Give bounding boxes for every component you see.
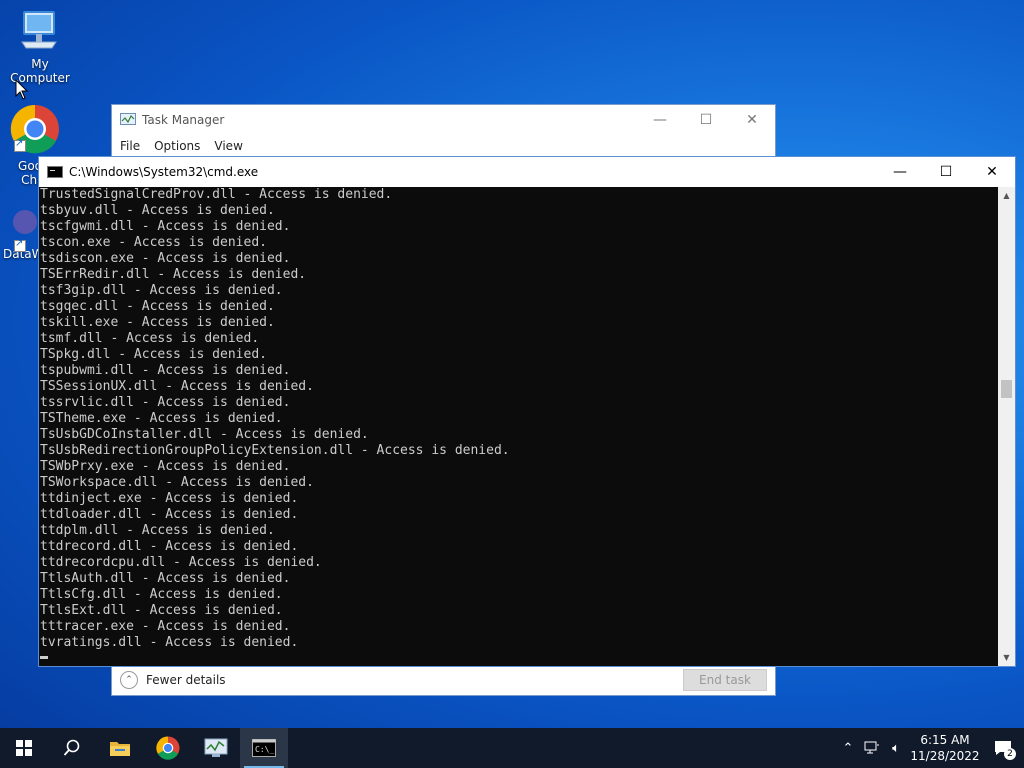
cmd-output-line: tsbyuv.dll - Access is denied. bbox=[40, 203, 275, 218]
cmd-output-line: ttdloader.dll - Access is denied. bbox=[40, 507, 299, 522]
volume-icon[interactable]: 🔈︎ bbox=[884, 741, 908, 756]
cmd-output-line: ttdrecordcpu.dll - Access is denied. bbox=[40, 555, 322, 570]
system-tray: ⌃ 🔈︎ 6:15 AM 11/28/2022 2 bbox=[836, 728, 1024, 768]
desktop-icon-label: Goo Chr bbox=[18, 159, 42, 187]
svg-text:C:\_: C:\_ bbox=[255, 745, 274, 754]
cmd-output-line: tsf3gip.dll - Access is denied. bbox=[40, 283, 283, 298]
cmd-output-line: TSWorkspace.dll - Access is denied. bbox=[40, 475, 314, 490]
start-button[interactable] bbox=[0, 728, 48, 768]
notification-count-badge: 2 bbox=[1004, 748, 1016, 760]
cmd-output-line: tttracer.exe - Access is denied. bbox=[40, 619, 291, 634]
cmd-output-line: tsdiscon.exe - Access is denied. bbox=[40, 251, 291, 266]
cmd-output-line: TSpkg.dll - Access is denied. bbox=[40, 347, 267, 362]
task-manager-titlebar[interactable]: Task Manager — ☐ ✕ bbox=[112, 105, 775, 135]
chrome-icon bbox=[156, 736, 180, 760]
chevron-up-icon[interactable]: ⌃ bbox=[836, 741, 860, 756]
cmd-output-line: TrustedSignalCredProv.dll - Access is de… bbox=[40, 187, 393, 202]
taskbar-file-explorer[interactable] bbox=[96, 728, 144, 768]
scroll-up-icon[interactable]: ▲ bbox=[998, 187, 1015, 204]
cmd-output-line: TtlsCfg.dll - Access is denied. bbox=[40, 587, 283, 602]
network-icon[interactable] bbox=[860, 741, 884, 755]
taskbar-cmd[interactable]: C:\_ bbox=[240, 728, 288, 768]
cmd-cursor bbox=[40, 656, 48, 659]
desktop-icon-label: My Computer bbox=[10, 57, 70, 85]
end-task-button[interactable]: End task bbox=[683, 669, 767, 691]
start-icon bbox=[16, 740, 32, 756]
task-manager-icon bbox=[120, 113, 136, 125]
clock[interactable]: 6:15 AM 11/28/2022 bbox=[908, 732, 982, 764]
datawrapper-icon bbox=[13, 210, 37, 234]
shortcut-arrow-icon bbox=[14, 238, 26, 252]
menu-options[interactable]: Options bbox=[154, 139, 200, 153]
taskbar-chrome[interactable] bbox=[144, 728, 192, 768]
cmd-output-line: TsUsbGDCoInstaller.dll - Access is denie… bbox=[40, 427, 369, 442]
mouse-cursor-icon bbox=[15, 79, 29, 100]
cmd-output-line: tscon.exe - Access is denied. bbox=[40, 235, 267, 250]
cmd-output-line: tssrvlic.dll - Access is denied. bbox=[40, 395, 291, 410]
cmd-output-line: tskill.exe - Access is denied. bbox=[40, 315, 275, 330]
clock-time: 6:15 AM bbox=[920, 733, 970, 747]
shortcut-arrow-icon bbox=[14, 138, 26, 152]
search-button[interactable] bbox=[48, 728, 96, 768]
cmd-output-line: TsUsbRedirectionGroupPolicyExtension.dll… bbox=[40, 443, 510, 458]
maximize-button[interactable]: ☐ bbox=[683, 105, 729, 135]
action-center-button[interactable]: 2 bbox=[982, 728, 1024, 768]
file-explorer-icon bbox=[110, 742, 130, 756]
chevron-up-icon[interactable]: ⌃ bbox=[120, 671, 138, 689]
menu-view[interactable]: View bbox=[214, 139, 242, 153]
cmd-output-line: tvratings.dll - Access is denied. bbox=[40, 635, 299, 650]
cmd-title: C:\Windows\System32\cmd.exe bbox=[69, 165, 259, 179]
minimize-button[interactable]: — bbox=[637, 105, 683, 135]
task-manager-title: Task Manager bbox=[142, 113, 225, 127]
clock-date: 11/28/2022 bbox=[910, 749, 980, 763]
computer-icon bbox=[21, 11, 57, 49]
task-manager-icon bbox=[204, 738, 228, 757]
menu-file[interactable]: File bbox=[120, 139, 140, 153]
cmd-output-line: ttdinject.exe - Access is denied. bbox=[40, 491, 299, 506]
taskbar: C:\_ ⌃ 🔈︎ 6:15 AM 11/28/2022 2 bbox=[0, 728, 1024, 768]
cmd-output[interactable]: TrustedSignalCredProv.dll - Access is de… bbox=[39, 187, 998, 666]
cmd-icon bbox=[47, 166, 63, 178]
close-button[interactable]: ✕ bbox=[969, 157, 1015, 187]
cmd-output-line: TSWbPrxy.exe - Access is denied. bbox=[40, 459, 291, 474]
cmd-output-line: TSTheme.exe - Access is denied. bbox=[40, 411, 283, 426]
cmd-output-line: tsmf.dll - Access is denied. bbox=[40, 331, 260, 346]
maximize-button[interactable]: ☐ bbox=[923, 157, 969, 187]
cmd-scrollbar[interactable]: ▲ ▼ bbox=[998, 187, 1015, 666]
desktop-icon-my-computer[interactable]: My Computer bbox=[0, 8, 80, 85]
cmd-output-line: TtlsExt.dll - Access is denied. bbox=[40, 603, 283, 618]
task-manager-menubar: File Options View bbox=[112, 135, 775, 157]
cmd-window[interactable]: C:\Windows\System32\cmd.exe — ☐ ✕ Truste… bbox=[38, 156, 1016, 667]
scroll-down-icon[interactable]: ▼ bbox=[998, 649, 1015, 666]
fewer-details-link[interactable]: Fewer details bbox=[146, 673, 683, 687]
cmd-titlebar[interactable]: C:\Windows\System32\cmd.exe — ☐ ✕ bbox=[39, 157, 1015, 187]
close-button[interactable]: ✕ bbox=[729, 105, 775, 135]
cmd-output-line: ttdplm.dll - Access is denied. bbox=[40, 523, 275, 538]
cmd-output-line: tsgqec.dll - Access is denied. bbox=[40, 299, 275, 314]
cmd-output-line: TtlsAuth.dll - Access is denied. bbox=[40, 571, 291, 586]
cmd-output-line: tspubwmi.dll - Access is denied. bbox=[40, 363, 291, 378]
minimize-button[interactable]: — bbox=[877, 157, 923, 187]
task-manager-footer: ⌃ Fewer details End task bbox=[112, 665, 775, 695]
cmd-output-line: TSSessionUX.dll - Access is denied. bbox=[40, 379, 314, 394]
taskbar-task-manager[interactable] bbox=[192, 728, 240, 768]
cmd-output-line: ttdrecord.dll - Access is denied. bbox=[40, 539, 299, 554]
cmd-output-line: tscfgwmi.dll - Access is denied. bbox=[40, 219, 291, 234]
search-icon bbox=[63, 739, 80, 756]
cmd-output-line: TSErrRedir.dll - Access is denied. bbox=[40, 267, 307, 282]
scrollbar-thumb[interactable] bbox=[1001, 380, 1012, 398]
cmd-icon: C:\_ bbox=[252, 739, 276, 757]
